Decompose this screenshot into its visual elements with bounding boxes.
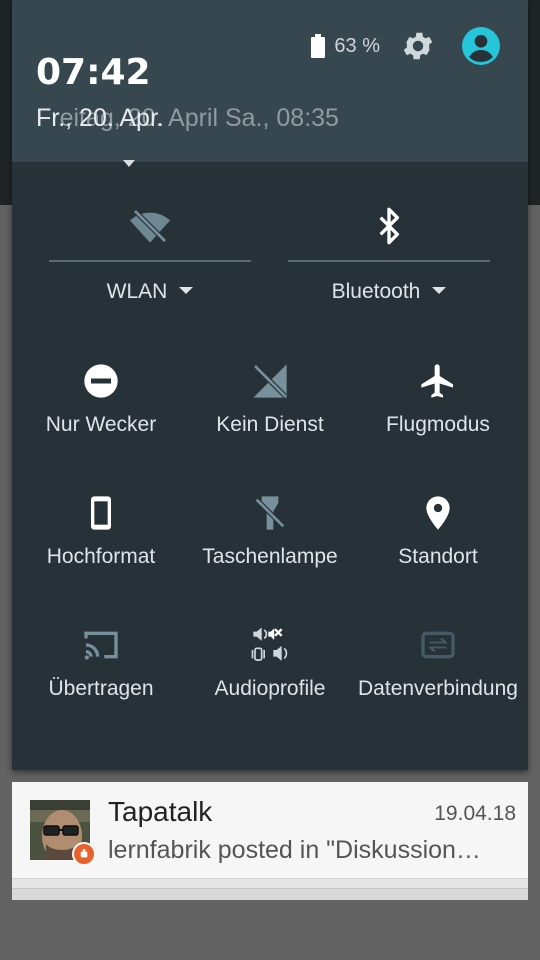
expand-chevron-icon[interactable]	[123, 160, 135, 167]
notification-stack-edge	[12, 878, 528, 888]
flashlight-off-icon	[254, 496, 286, 530]
wifi-off-icon	[130, 209, 170, 243]
date-text: Fr., 20. Apr.	[36, 104, 164, 132]
no-signal-icon	[253, 364, 287, 398]
tile-label: Übertragen	[48, 677, 154, 700]
notification-card[interactable]: Tapatalk 19.04.18 lernfabrik posted in "…	[12, 782, 528, 878]
airplane-icon	[421, 364, 453, 398]
date-display[interactable]: Freitag, 20. April Sa., 08:35 Fr., 20. A…	[36, 104, 436, 136]
tile-label: Kein Dienst	[216, 413, 324, 436]
tile-taschenlampe[interactable]: Taschenlampe	[186, 493, 354, 603]
tile-label: Flugmodus	[386, 413, 490, 436]
bluetooth-icon	[379, 207, 399, 245]
notification-stack-edge	[12, 888, 528, 900]
status-area: 63 %	[310, 26, 500, 66]
tile-label: Nur Wecker	[45, 413, 157, 436]
do-not-disturb-icon	[84, 364, 118, 398]
tile-bluetooth-label-wrap[interactable]: Bluetooth	[288, 280, 490, 304]
location-pin-icon	[426, 496, 450, 530]
dropdown-caret-icon	[179, 286, 194, 294]
tile-uebertragen[interactable]: Übertragen	[17, 625, 185, 735]
clock-time[interactable]: 07:42	[36, 52, 151, 93]
notification-body: lernfabrik posted in "Diskussion…	[108, 836, 481, 864]
tile-label: Hochformat	[46, 545, 156, 568]
tile-datenverbindung[interactable]: Datenverbindung	[354, 625, 522, 735]
tile-divider	[288, 260, 490, 262]
tile-wlan-label-wrap[interactable]: WLAN	[49, 280, 251, 304]
tile-bluetooth-label: Bluetooth	[331, 280, 421, 303]
settings-gear-icon[interactable]	[400, 28, 436, 64]
user-avatar-icon[interactable]	[462, 27, 500, 65]
tile-wlan[interactable]: WLAN	[49, 200, 251, 310]
tile-hochformat[interactable]: Hochformat	[17, 493, 185, 603]
battery-percent: 63 %	[334, 34, 380, 57]
tile-standort[interactable]: Standort	[354, 493, 522, 603]
tile-kein-dienst[interactable]: Kein Dienst	[186, 361, 354, 471]
tile-label: Audioprofile	[214, 677, 326, 700]
notification-app-name: Tapatalk	[108, 796, 213, 827]
tile-label: Datenverbindung	[358, 677, 518, 700]
quick-settings-header: 63 % 07:42 Freitag, 20. April Sa., 08:35…	[12, 0, 528, 162]
cast-icon	[84, 631, 118, 660]
tapatalk-badge-icon	[72, 842, 96, 866]
tile-audioprofile[interactable]: Audioprofile	[186, 625, 354, 735]
tile-nur-wecker[interactable]: Nur Wecker	[17, 361, 185, 471]
data-connection-icon	[421, 631, 455, 659]
audio-profiles-icon	[251, 627, 288, 661]
tile-wlan-label: WLAN	[106, 280, 168, 303]
quick-settings-panel: 63 % 07:42 Freitag, 20. April Sa., 08:35…	[12, 0, 528, 770]
tile-label: Taschenlampe	[202, 545, 338, 568]
battery-icon	[311, 34, 326, 58]
notification-date: 19.04.18	[434, 802, 516, 825]
portrait-phone-icon	[91, 496, 111, 530]
tile-flugmodus[interactable]: Flugmodus	[354, 361, 522, 471]
tile-label: Standort	[398, 545, 478, 568]
tile-bluetooth[interactable]: Bluetooth	[288, 200, 490, 310]
dropdown-caret-icon	[432, 286, 447, 294]
tile-divider	[49, 260, 251, 262]
